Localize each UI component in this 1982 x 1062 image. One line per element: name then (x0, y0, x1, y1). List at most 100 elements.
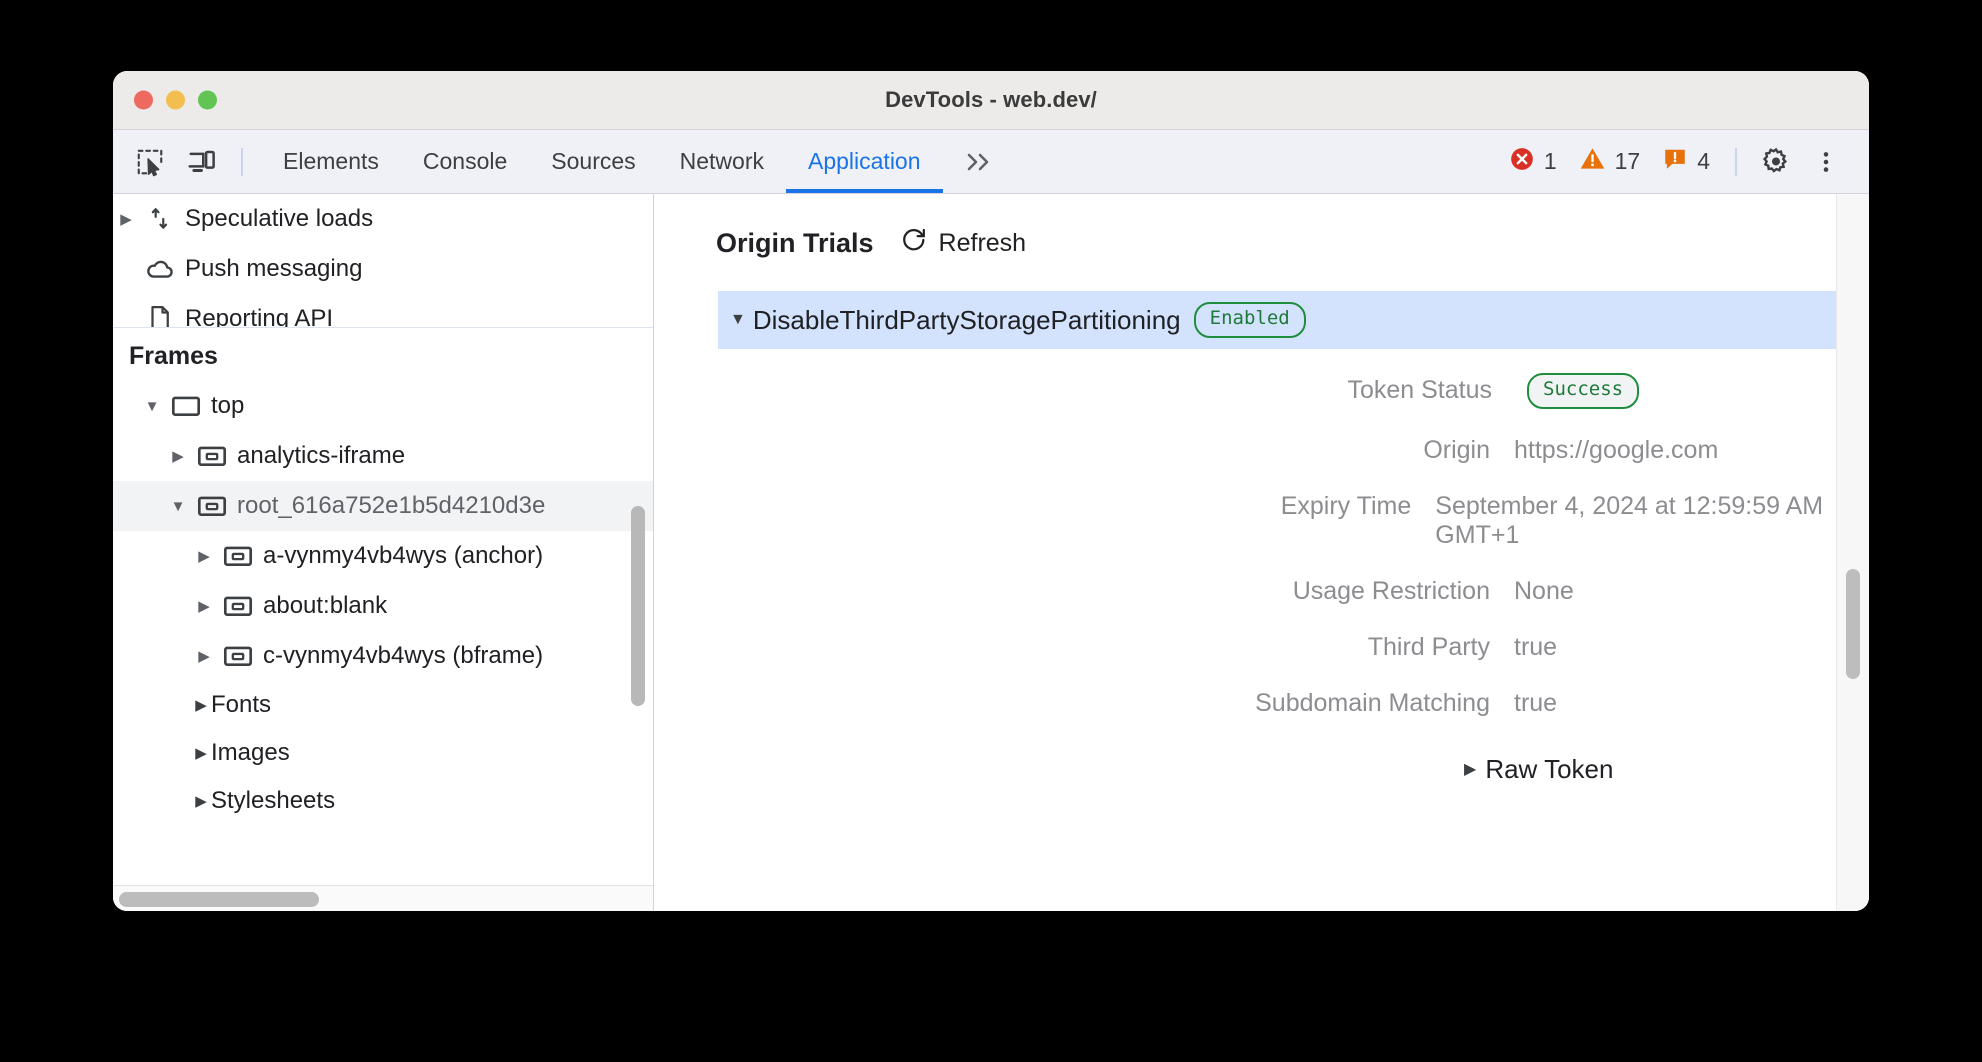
origin-trials-panel: Origin Trials Refresh ▼ DisableThirdPart… (654, 194, 1869, 911)
tab-console[interactable]: Console (401, 130, 529, 193)
resource-group-fonts[interactable]: ▶ Fonts (113, 681, 653, 729)
chevron-right-icon[interactable]: ▶ (1464, 759, 1476, 779)
sidebar-vertical-scrollbar[interactable] (631, 506, 645, 706)
sidebar-frames-section: Frames ▼ top ▶ (113, 328, 653, 911)
detail-row-expiry-time: Expiry Time September 4, 2024 at 12:59:5… (654, 492, 1869, 550)
frame-item-anchor[interactable]: ▶ a-vynmy4vb4wys (anchor) (113, 531, 653, 581)
gear-icon[interactable] (1753, 139, 1799, 185)
sidebar-item-label: Reporting API (181, 305, 333, 328)
warning-counter[interactable]: 17 (1570, 145, 1650, 178)
sidebar-top-section: ▶ Speculative loads ▶ (113, 194, 653, 328)
tab-elements[interactable]: Elements (261, 130, 401, 193)
frame-item-about-blank[interactable]: ▶ about:blank (113, 581, 653, 631)
kebab-menu-icon[interactable] (1803, 139, 1849, 185)
refresh-label: Refresh (939, 229, 1027, 258)
tab-sources[interactable]: Sources (529, 130, 657, 193)
tab-network[interactable]: Network (658, 130, 786, 193)
resource-group-label: Images (211, 739, 290, 767)
detail-label: Token Status (654, 376, 1514, 405)
detail-label: Expiry Time (654, 492, 1435, 521)
resource-group-stylesheets[interactable]: ▶ Stylesheets (113, 777, 653, 825)
chevron-right-icon[interactable]: ▶ (113, 210, 139, 228)
chevron-right-icon[interactable]: ▶ (191, 744, 211, 762)
devtools-window: DevTools - web.dev/ Elements Console (113, 71, 1869, 911)
frame-item-label: a-vynmy4vb4wys (anchor) (259, 542, 543, 570)
iframe-icon (217, 644, 259, 668)
frame-item-label: root_616a752e1b5d4210d3e (233, 492, 545, 520)
sidebar-horizontal-scrollbar-track[interactable] (113, 885, 653, 911)
sidebar-item-push-messaging[interactable]: ▶ Push messaging (113, 244, 653, 294)
sidebar-item-reporting-api[interactable]: ▶ Reporting API (113, 294, 653, 328)
frame-item-label: about:blank (259, 592, 387, 620)
detail-value: None (1514, 577, 1574, 606)
sidebar-horizontal-scrollbar-thumb[interactable] (119, 892, 319, 907)
chevron-right-icon[interactable]: ▶ (191, 696, 211, 714)
detail-value: true (1514, 689, 1557, 718)
frame-item-analytics-iframe[interactable]: ▶ analytics-iframe (113, 431, 653, 481)
raw-token-label: Raw Token (1485, 754, 1613, 785)
main-scrollbar-track[interactable] (1836, 194, 1869, 911)
sidebar-item-speculative-loads[interactable]: ▶ Speculative loads (113, 194, 653, 244)
page-title: Origin Trials (716, 228, 874, 259)
more-tabs-icon[interactable] (943, 130, 1013, 193)
close-window-button[interactable] (134, 91, 153, 110)
raw-token-row[interactable]: ▶ Raw Token (654, 754, 1869, 785)
cloud-icon (139, 254, 181, 284)
chevron-right-icon[interactable]: ▶ (191, 597, 217, 615)
frame-item-top[interactable]: ▼ top (113, 381, 653, 431)
frame-item-label: analytics-iframe (233, 442, 405, 470)
warning-icon (1579, 145, 1606, 178)
main-vertical-scrollbar-thumb[interactable] (1846, 569, 1860, 679)
origin-trial-row[interactable]: ▼ DisableThirdPartyStoragePartitioning E… (718, 291, 1845, 349)
toolbar-divider-right (1735, 148, 1737, 176)
detail-row-third-party: Third Party true (654, 633, 1869, 662)
token-status-badge: Success (1527, 373, 1639, 409)
origin-trials-header: Origin Trials Refresh (654, 194, 1869, 261)
updown-arrows-icon (139, 206, 181, 232)
error-counter[interactable]: 1 (1500, 146, 1566, 178)
inspect-cursor-icon[interactable] (127, 139, 173, 185)
sidebar-item-label: Speculative loads (181, 205, 373, 233)
chevron-right-icon[interactable]: ▶ (191, 647, 217, 665)
trial-status-badge: Enabled (1194, 302, 1306, 338)
detail-row-origin: Origin https://google.com (654, 436, 1869, 465)
toolbar-left-group (113, 130, 253, 193)
frame-item-root[interactable]: ▼ root_616a752e1b5d4210d3e (113, 481, 653, 531)
chevron-down-icon[interactable]: ▼ (730, 311, 746, 329)
frame-item-label: c-vynmy4vb4wys (bframe) (259, 642, 543, 670)
error-icon (1509, 146, 1535, 178)
chevron-down-icon[interactable]: ▼ (165, 498, 191, 515)
iframe-icon (217, 594, 259, 618)
refresh-icon (900, 226, 928, 261)
issue-count: 4 (1697, 148, 1710, 175)
resource-group-images[interactable]: ▶ Images (113, 729, 653, 777)
error-count: 1 (1544, 148, 1557, 175)
resource-group-label: Fonts (211, 691, 271, 719)
detail-value-wrapper: Success (1514, 373, 1639, 409)
minimize-window-button[interactable] (166, 91, 185, 110)
panel-tabs: Elements Console Sources Network Applica… (261, 130, 1013, 193)
chevron-right-icon[interactable]: ▶ (191, 547, 217, 565)
refresh-button[interactable]: Refresh (900, 226, 1027, 261)
devtools-body: ▶ Speculative loads ▶ (113, 194, 1869, 911)
chevron-down-icon[interactable]: ▼ (139, 398, 165, 415)
issue-counter[interactable]: 4 (1653, 146, 1719, 178)
tab-application[interactable]: Application (786, 130, 943, 193)
toolbar-divider (241, 148, 243, 176)
frame-item-bframe[interactable]: ▶ c-vynmy4vb4wys (bframe) (113, 631, 653, 681)
detail-label: Origin (654, 436, 1514, 465)
detail-label: Subdomain Matching (654, 689, 1514, 718)
zoom-window-button[interactable] (198, 91, 217, 110)
document-icon (139, 304, 181, 328)
trial-name: DisableThirdPartyStoragePartitioning (753, 305, 1181, 336)
issue-icon (1662, 146, 1688, 178)
chevron-right-icon[interactable]: ▶ (191, 792, 211, 810)
detail-row-subdomain-matching: Subdomain Matching true (654, 689, 1869, 718)
device-toolbar-icon[interactable] (179, 139, 225, 185)
devtools-toolbar: Elements Console Sources Network Applica… (113, 130, 1869, 194)
warning-count: 17 (1615, 148, 1641, 175)
toolbar-right-group: 1 17 (1500, 130, 1869, 193)
detail-label: Third Party (654, 633, 1514, 662)
window-title: DevTools - web.dev/ (113, 87, 1869, 113)
chevron-right-icon[interactable]: ▶ (165, 447, 191, 465)
